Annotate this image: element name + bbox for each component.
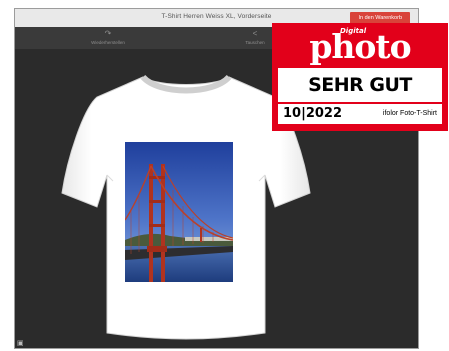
redo-label: Wiederherstellen	[91, 40, 125, 45]
badge-rating: SEHR GUT	[308, 74, 412, 96]
badge-product: ifolor Foto-T-Shirt	[382, 110, 437, 117]
badge-rating-box: SEHR GUT	[278, 68, 442, 102]
image-gallery-icon[interactable]: ▣	[17, 340, 26, 347]
redo-icon: ↷	[104, 29, 112, 38]
redo-button[interactable]: ↷ Wiederherstellen	[78, 29, 138, 46]
golden-gate-bridge-image	[125, 142, 233, 282]
award-badge: photo Digital SEHR GUT 10|2022 ifolor Fo…	[272, 23, 448, 131]
badge-footer: 10|2022 ifolor Foto-T-Shirt	[278, 104, 442, 124]
badge-issue: 10|2022	[283, 106, 343, 121]
badge-header: photo Digital	[272, 23, 448, 67]
bridge-photo-print[interactable]	[125, 142, 233, 282]
badge-digital-label: Digital	[340, 27, 367, 35]
